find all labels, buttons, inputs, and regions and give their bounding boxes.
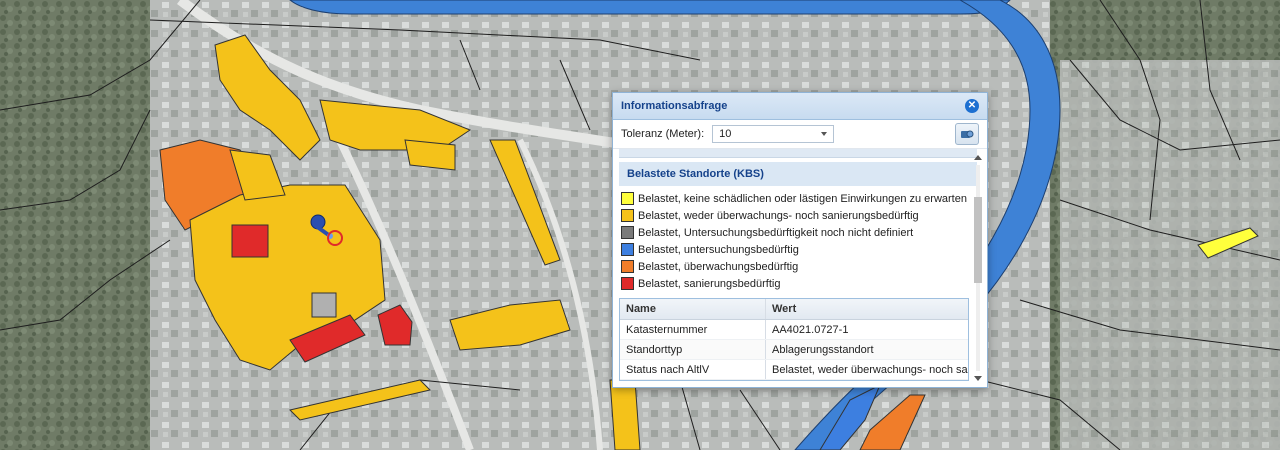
urban-area-east bbox=[1060, 60, 1280, 450]
table-cell-name: Katasternummer bbox=[620, 320, 766, 339]
table-cell-value: Ablagerungsstandort bbox=[772, 343, 874, 356]
tolerance-label: Toleranz (Meter): bbox=[621, 128, 705, 140]
table-cell-value-text: Belastet, weder überwachungs- noch sani.… bbox=[772, 363, 968, 376]
scroll-up-icon[interactable] bbox=[974, 155, 982, 160]
legend-swatch bbox=[621, 277, 634, 290]
attribute-table: Name Wert Katasternummer AA4021.0727-1 S… bbox=[619, 298, 969, 381]
legend-swatch bbox=[621, 260, 634, 273]
dialog-header[interactable]: Informationsabfrage ✕ bbox=[613, 93, 987, 120]
table-row[interactable]: Status nach AltlV Belastet, weder überwa… bbox=[620, 360, 968, 380]
tolerance-select[interactable]: 10 bbox=[712, 125, 835, 143]
site-yellow-strip-1[interactable] bbox=[404, 139, 456, 171]
tolerance-value: 10 bbox=[719, 128, 732, 140]
column-header-value[interactable]: Wert bbox=[766, 299, 968, 319]
legend-swatch bbox=[621, 192, 634, 205]
info-query-dialog: Informationsabfrage ✕ Toleranz (Meter): … bbox=[612, 92, 988, 388]
legend-item: Belastet, keine schädlichen oder lästige… bbox=[621, 190, 975, 207]
close-icon[interactable]: ✕ bbox=[965, 99, 979, 113]
legend-item: Belastet, überwachungsbedürftig bbox=[621, 258, 975, 275]
legend: Belastet, keine schädlichen oder lästige… bbox=[619, 186, 977, 292]
collapsed-section-bar[interactable] bbox=[619, 149, 977, 158]
legend-item: Belastet, sanierungsbedürftig bbox=[621, 275, 975, 292]
legend-item: Belastet, untersuchungsbedürftig bbox=[621, 241, 975, 258]
identify-tool-button[interactable] bbox=[955, 123, 979, 145]
table-row[interactable]: Katasternummer AA4021.0727-1 bbox=[620, 320, 968, 340]
vertical-scrollbar[interactable] bbox=[973, 153, 983, 383]
legend-swatch bbox=[621, 209, 634, 222]
table-cell-name: Standorttyp bbox=[620, 340, 766, 359]
site-yellow-strip-4[interactable] bbox=[609, 379, 641, 450]
legend-label: Belastet, überwachungsbedürftig bbox=[638, 260, 799, 273]
dialog-toolbar: Toleranz (Meter): 10 bbox=[613, 120, 987, 149]
site-inner-block bbox=[311, 292, 337, 318]
legend-label: Belastet, sanierungsbedürftig bbox=[638, 277, 781, 290]
scroll-thumb[interactable] bbox=[974, 197, 982, 283]
chevron-down-icon bbox=[821, 132, 828, 136]
table-cell-value: AA4021.0727-1 bbox=[772, 323, 849, 336]
identify-tool-icon bbox=[961, 130, 974, 138]
column-header-name[interactable]: Name bbox=[620, 299, 766, 319]
table-cell-name: Status nach AltlV bbox=[620, 360, 766, 379]
site-red-1[interactable] bbox=[231, 224, 269, 258]
legend-swatch bbox=[621, 226, 634, 239]
legend-label: Belastet, Untersuchungsbedürftigkeit noc… bbox=[638, 226, 914, 239]
legend-item: Belastet, Untersuchungsbedürftigkeit noc… bbox=[621, 224, 975, 241]
table-cell-value: Belastet, weder überwachungs- noch sani.… bbox=[766, 360, 968, 379]
dialog-content: Belastete Standorte (KBS) Belastet, kein… bbox=[619, 149, 977, 385]
section-title[interactable]: Belastete Standorte (KBS) bbox=[619, 162, 977, 186]
legend-label: Belastet, keine schädlichen oder lästige… bbox=[638, 192, 967, 205]
legend-swatch bbox=[621, 243, 634, 256]
table-row[interactable]: Standorttyp Ablagerungsstandort bbox=[620, 340, 968, 360]
legend-label: Belastet, weder überwachungs- noch sanie… bbox=[638, 209, 919, 222]
legend-label: Belastet, untersuchungsbedürftig bbox=[638, 243, 799, 256]
scroll-down-icon[interactable] bbox=[974, 376, 982, 381]
dialog-title: Informationsabfrage bbox=[621, 100, 728, 112]
legend-item: Belastet, weder überwachungs- noch sanie… bbox=[621, 207, 975, 224]
river bbox=[289, 0, 1011, 15]
attribute-table-header: Name Wert bbox=[620, 299, 968, 320]
